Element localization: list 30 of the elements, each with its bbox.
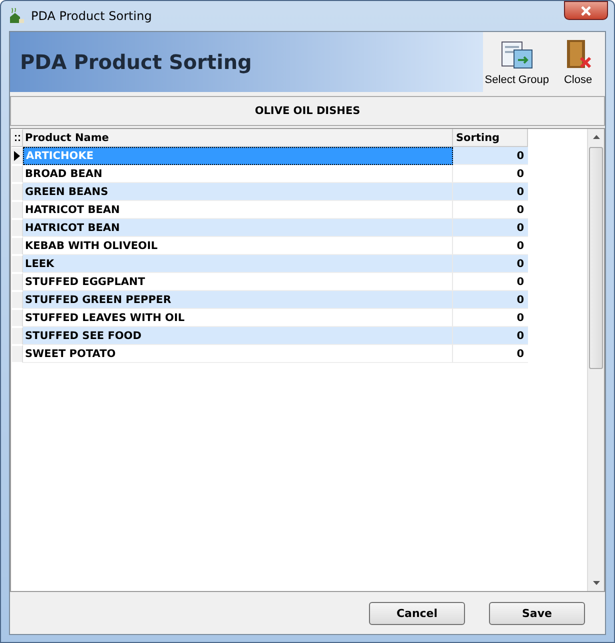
row-indicator[interactable] — [11, 147, 23, 165]
table-cell[interactable]: 0 — [453, 327, 528, 345]
table-cell[interactable]: 0 — [453, 255, 528, 273]
house-icon — [9, 8, 25, 24]
table-cell[interactable]: 0 — [453, 291, 528, 309]
select-group-button[interactable]: Select Group — [482, 40, 551, 86]
table-cell[interactable]: 0 — [453, 219, 528, 237]
table-cell[interactable]: 0 — [453, 183, 528, 201]
table-cell[interactable]: STUFFED SEE FOOD — [23, 327, 453, 345]
scroll-up-icon — [592, 135, 600, 139]
close-icon — [580, 6, 592, 16]
table-cell[interactable]: GREEN BEANS — [23, 183, 453, 201]
close-button[interactable] — [564, 1, 608, 20]
group-heading: OLIVE OIL DISHES — [10, 96, 605, 126]
table-cell[interactable]: HATRICOT BEAN — [23, 219, 453, 237]
grid-corner-icon — [14, 135, 20, 141]
column-header[interactable]: Sorting — [453, 129, 528, 147]
close-tool-button[interactable]: Close — [561, 38, 595, 86]
table-cell[interactable]: SWEET POTATO — [23, 345, 453, 363]
scroll-down-icon — [592, 581, 600, 585]
page-title: PDA Product Sorting — [20, 50, 252, 74]
table-cell[interactable]: LEEK — [23, 255, 453, 273]
table-cell[interactable]: 0 — [453, 147, 528, 165]
table-cell[interactable]: STUFFED GREEN PEPPER — [23, 291, 453, 309]
vertical-scrollbar[interactable] — [587, 129, 604, 591]
save-button[interactable]: Save — [489, 602, 585, 624]
table-cell[interactable]: 0 — [453, 345, 528, 363]
column-header[interactable]: Product Name — [23, 129, 453, 147]
cancel-button[interactable]: Cancel — [369, 602, 465, 624]
window-title: PDA Product Sorting — [31, 9, 152, 23]
